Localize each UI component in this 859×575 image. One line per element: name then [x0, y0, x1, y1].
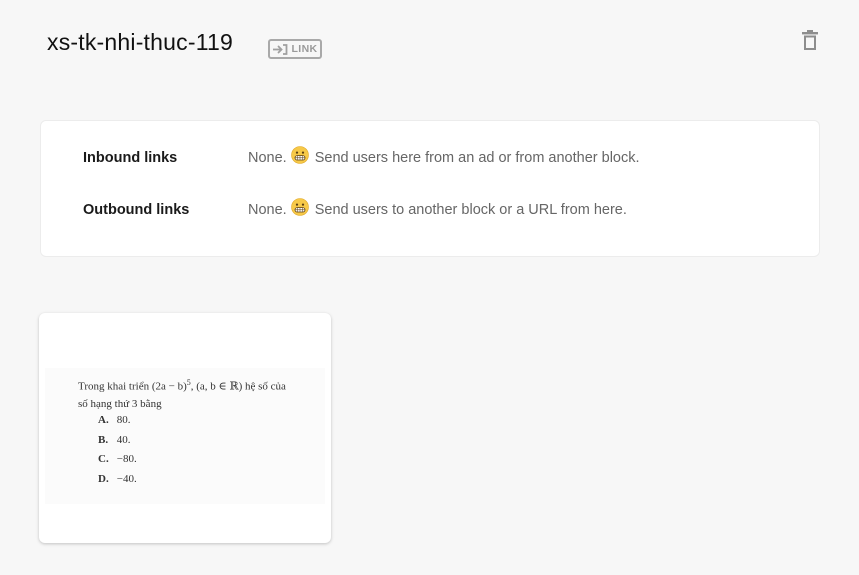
question-mid: , (a, b ∈ ℝ) hệ số của	[190, 380, 286, 393]
link-arrow-icon	[273, 43, 288, 55]
links-card: Inbound links None. Send users here from…	[40, 120, 820, 257]
link-badge-label: LINK	[291, 43, 318, 55]
inbound-hint: Send users here from an ad or from anoth…	[314, 150, 640, 166]
image-preview-card[interactable]: Trong khai triển (2a − b)5, (a, b ∈ ℝ) h…	[39, 313, 331, 543]
question-prefix: Trong khai triển (2a − b)	[78, 380, 187, 393]
question-image: Trong khai triển (2a − b)5, (a, b ∈ ℝ) h…	[45, 368, 325, 504]
option-letter: B.	[98, 433, 109, 446]
trash-icon[interactable]	[801, 29, 819, 51]
inbound-links-row: Inbound links None. Send users here from…	[83, 146, 640, 167]
inbound-links-value: None. Send users here from an ad or from…	[248, 146, 640, 167]
option-value: 40.	[116, 433, 131, 446]
inbound-links-label: Inbound links	[83, 150, 178, 166]
outbound-links-row: Outbound links None. Send users to anoth…	[83, 198, 627, 219]
option-letter: A.	[98, 414, 109, 426]
option-letter: C.	[98, 453, 109, 465]
grimacing-face-icon	[290, 146, 309, 164]
question-line2: số hạng thứ 3 bằng	[78, 397, 162, 410]
answer-option: A. 80.	[98, 411, 137, 431]
outbound-links-label: Outbound links	[83, 202, 190, 218]
option-value: 80.	[116, 414, 131, 426]
outbound-links-value: None. Send users to another block or a U…	[248, 198, 627, 219]
answer-option: C. −80.	[98, 450, 137, 470]
outbound-none-text: None.	[248, 202, 287, 218]
link-badge[interactable]: LINK	[268, 39, 322, 59]
block-editor-page: xs-tk-nhi-thuc-119 LINK Inbound links No…	[0, 0, 859, 575]
grimacing-face-icon	[290, 198, 309, 216]
question-text: Trong khai triển (2a − b)5, (a, b ∈ ℝ) h…	[78, 374, 318, 413]
block-title[interactable]: xs-tk-nhi-thuc-119	[47, 29, 233, 56]
option-value: −40.	[116, 472, 137, 485]
inbound-none-text: None.	[248, 150, 287, 166]
answer-option: D. −40.	[98, 470, 137, 490]
answer-options: A. 80. B. 40. C. −80. D. −40.	[98, 411, 137, 489]
option-letter: D.	[98, 472, 109, 485]
answer-option: B. 40.	[98, 431, 137, 451]
option-value: −80.	[116, 453, 137, 465]
outbound-hint: Send users to another block or a URL fro…	[314, 202, 627, 218]
